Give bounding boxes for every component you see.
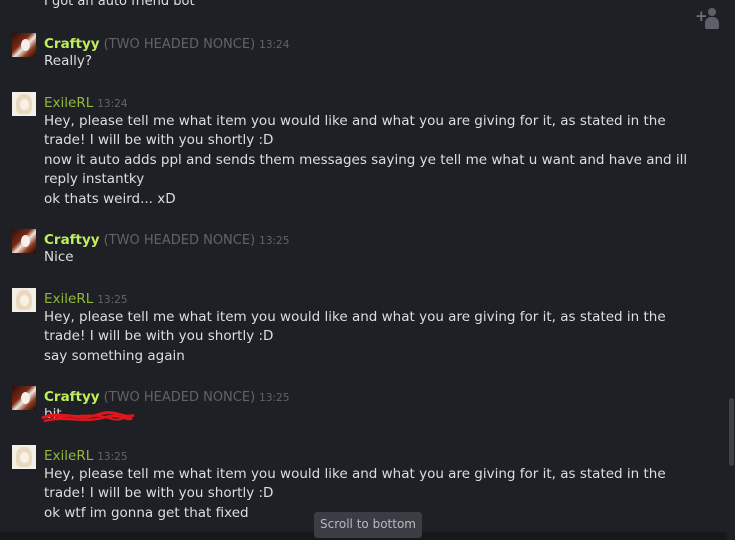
message-text: bit (44, 406, 62, 422)
message-text: Hey, please tell me what item you would … (44, 113, 666, 148)
scrollbar-thumb[interactable] (729, 398, 734, 466)
sender-nickname: (TWO HEADED NONCE) (103, 37, 256, 52)
timestamp: 13:24 (97, 98, 128, 110)
timestamp: 13:24 (259, 39, 290, 51)
sender-nickname: (TWO HEADED NONCE) (103, 390, 256, 405)
chat-log: I got an auto friend bot Craftyy (TWO HEA… (0, 0, 727, 540)
sender-name[interactable]: Craftyy (44, 232, 100, 248)
message-text: Nice (44, 249, 74, 265)
scroll-to-bottom-button[interactable]: Scroll to bottom (314, 512, 422, 538)
message-text: now it auto adds ppl and sends them mess… (44, 152, 688, 187)
avatar[interactable] (12, 386, 36, 410)
timestamp: 13:25 (97, 294, 128, 306)
avatar[interactable] (12, 229, 36, 253)
sender-name[interactable]: ExileRL (44, 95, 93, 111)
scrollbar[interactable] (727, 0, 735, 540)
message-text: Really? (44, 53, 93, 69)
sender-name[interactable]: Craftyy (44, 389, 100, 405)
message-text: I got an auto friend bot (44, 0, 195, 9)
avatar[interactable] (12, 92, 36, 116)
timestamp: 13:25 (97, 451, 128, 463)
sender-nickname: (TWO HEADED NONCE) (103, 233, 256, 248)
timestamp: 13:25 (259, 392, 290, 404)
avatar[interactable] (12, 445, 36, 469)
message-text: Hey, please tell me what item you would … (44, 466, 666, 501)
timestamp: 13:25 (259, 235, 290, 247)
avatar[interactable] (12, 33, 36, 57)
avatar[interactable] (12, 288, 36, 312)
redaction-scribble (41, 411, 135, 423)
sender-name[interactable]: ExileRL (44, 448, 93, 464)
sender-name[interactable]: ExileRL (44, 291, 93, 307)
sender-name[interactable]: Craftyy (44, 36, 100, 52)
message-text: ok thats weird... xD (44, 191, 176, 207)
message-text: say something again (44, 348, 185, 364)
message-text: Hey, please tell me what item you would … (44, 309, 666, 344)
add-friend-icon[interactable]: + (693, 6, 721, 29)
